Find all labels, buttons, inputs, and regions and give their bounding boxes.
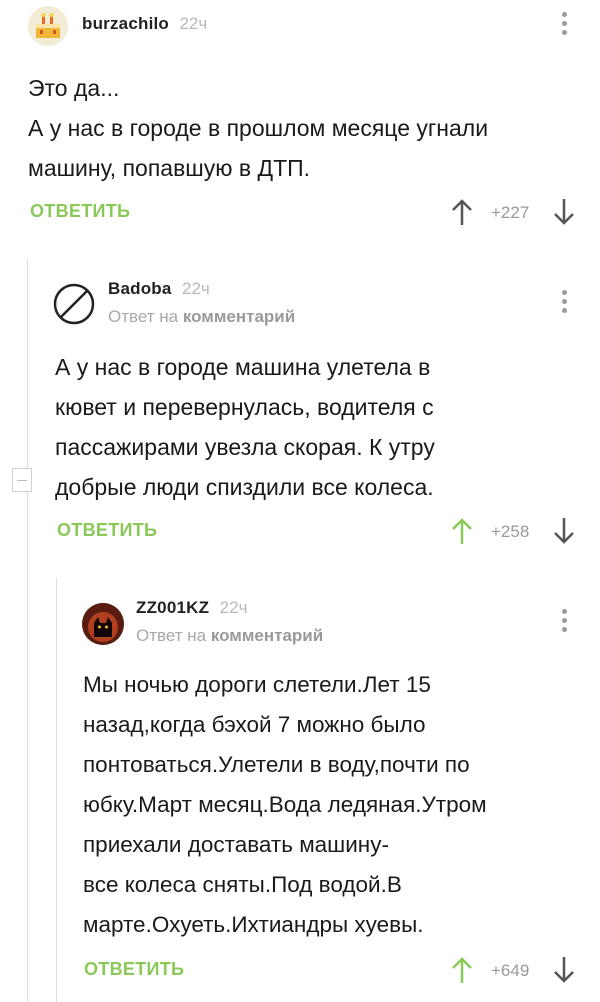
text-line: А у нас в городе в прошлом месяце угнали [28, 115, 489, 141]
comment-header: burzachilo 22ч [82, 14, 207, 34]
text-line: понтоваться.Улетели в воду,почти по [83, 752, 470, 777]
downvote-arrow-icon[interactable] [552, 516, 576, 546]
username[interactable]: ZZ001KZ [136, 598, 209, 617]
reply-button[interactable]: ОТВЕТИТЬ [84, 959, 184, 980]
reply-target-link[interactable]: комментарий [183, 307, 295, 326]
timestamp: 22ч [182, 279, 210, 298]
timestamp: 22ч [179, 14, 208, 33]
text-line: кювет и перевернулась, водителя с [55, 394, 434, 420]
upvote-arrow-icon[interactable] [450, 955, 474, 985]
downvote-arrow-icon[interactable] [552, 197, 576, 227]
rating-value: +227 [491, 203, 530, 222]
reply-button[interactable]: ОТВЕТИТЬ [30, 201, 130, 222]
upvote-arrow-icon[interactable] [450, 516, 474, 546]
cake-avatar-icon [36, 13, 60, 38]
comment-header: ZZ001KZ 22ч [136, 598, 247, 618]
text-line: все колеса сняты.Под водой.В [83, 872, 402, 897]
text-line: приехали доставать машину- [83, 832, 389, 857]
avatar[interactable] [82, 603, 124, 645]
more-options-icon[interactable] [562, 290, 567, 317]
thread-line [56, 578, 57, 1002]
text-line: марте.Охуеть.Ихтиандры хуевы. [83, 912, 424, 937]
upvote-arrow-icon[interactable] [450, 197, 474, 227]
text-line: Мы ночью дороги слетели.Лет 15 [83, 672, 431, 697]
more-options-icon[interactable] [562, 12, 567, 39]
reply-prefix: Ответ на [108, 307, 179, 326]
no-avatar-icon [53, 283, 95, 325]
collapse-thread-button[interactable] [12, 468, 32, 492]
text-line: юбку.Март месяц.Вода ледяная.Утром [83, 792, 487, 817]
comment-text: Это да... А у нас в городе в прошлом мес… [28, 68, 488, 188]
comment-text: Мы ночью дороги слетели.Лет 15 назад,ког… [83, 665, 487, 945]
timestamp: 22ч [219, 598, 248, 617]
thread-line [27, 258, 28, 1002]
text-line: назад,когда бэхой 7 можно было [83, 712, 426, 737]
avatar[interactable] [28, 6, 68, 46]
rating-value: +649 [491, 961, 530, 980]
reply-meta: Ответ на комментарий [108, 307, 295, 327]
text-line: А у нас в городе машина улетела в [55, 354, 431, 380]
comment-text: А у нас в городе машина улетела в кювет … [55, 347, 435, 507]
text-line: машину, попавшую в ДТП. [28, 155, 311, 181]
rating-value: +258 [491, 522, 530, 541]
username[interactable]: burzachilo [82, 14, 169, 33]
comment-header: Badoba 22ч [108, 279, 210, 299]
avatar[interactable] [53, 283, 95, 325]
reply-button[interactable]: ОТВЕТИТЬ [57, 520, 157, 541]
cat-avatar-icon [82, 603, 124, 645]
text-line: пассажирами увезла скорая. К утру [55, 434, 435, 460]
reply-prefix: Ответ на [136, 626, 207, 645]
more-options-icon[interactable] [562, 609, 567, 636]
reply-meta: Ответ на комментарий [136, 626, 323, 646]
text-line: добрые люди спиздили все колеса. [55, 474, 434, 500]
username[interactable]: Badoba [108, 279, 172, 298]
reply-target-link[interactable]: комментарий [211, 626, 323, 645]
downvote-arrow-icon[interactable] [552, 955, 576, 985]
text-line: Это да... [28, 75, 120, 101]
